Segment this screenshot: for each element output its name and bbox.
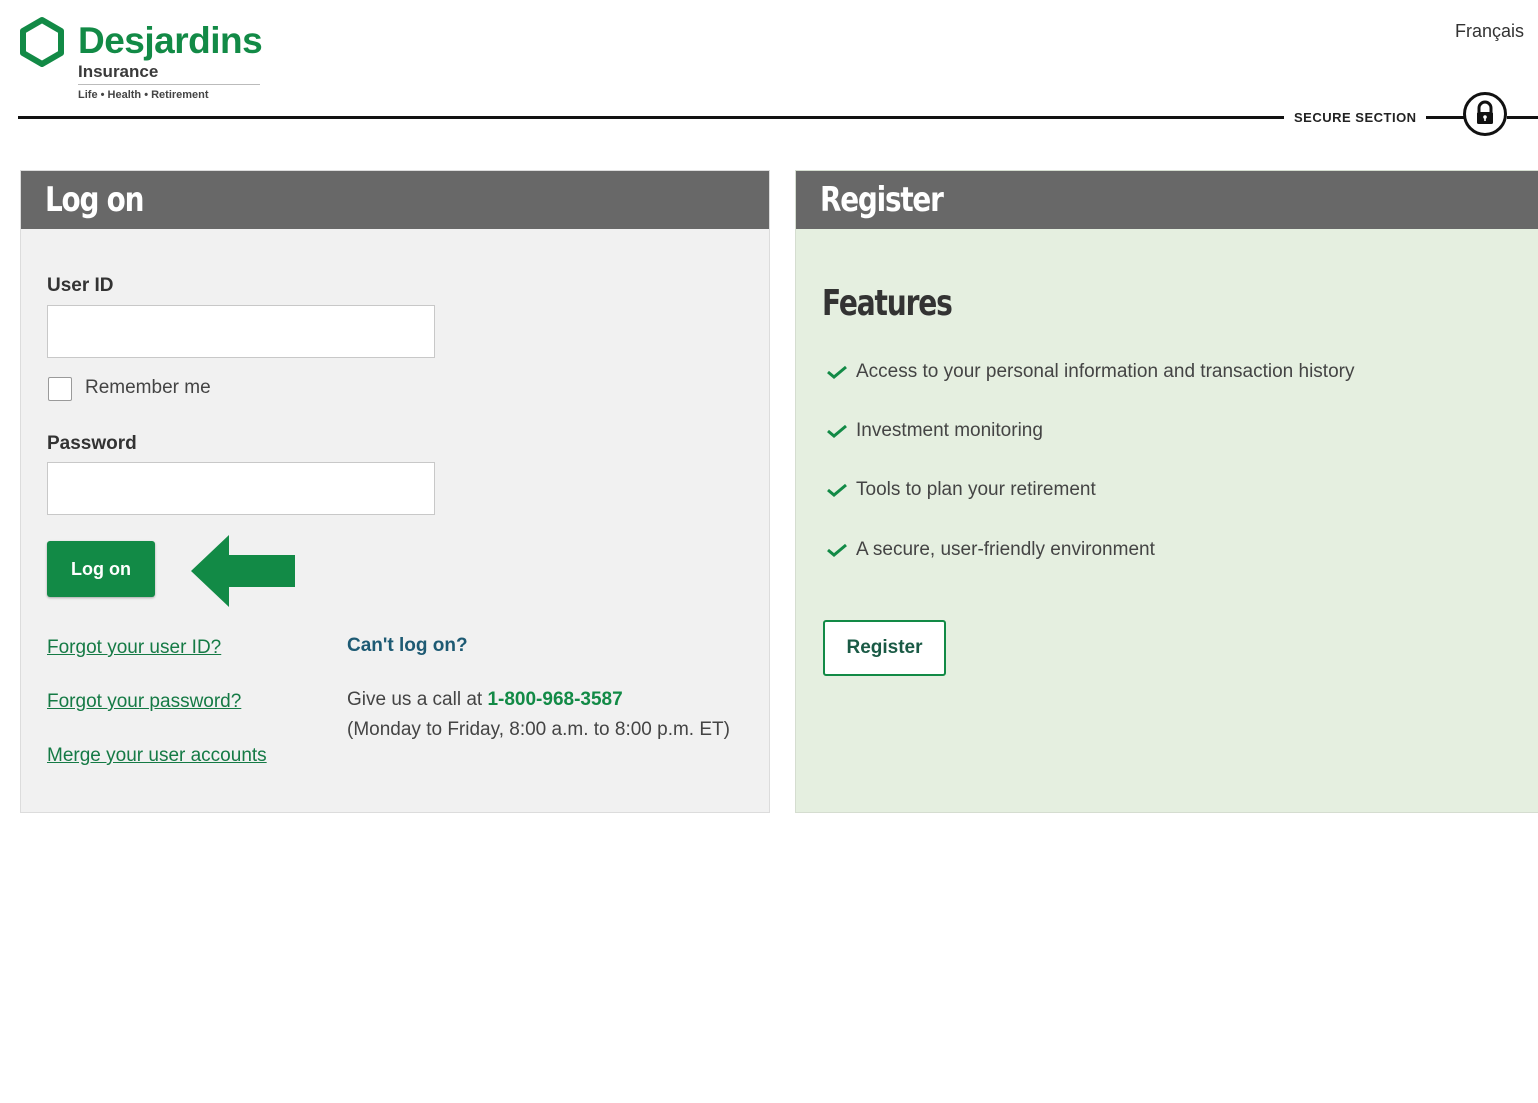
checkmark-icon xyxy=(827,483,847,497)
features-title: Features xyxy=(822,283,953,324)
forgot-password-link[interactable]: Forgot your password? xyxy=(47,691,241,713)
feature-text: Tools to plan your retirement xyxy=(856,479,1096,500)
brand-tagline: Life • Health • Retirement xyxy=(78,89,209,101)
feature-item: Investment monitoring xyxy=(826,420,1043,442)
brand-divider xyxy=(78,84,260,85)
feature-text: A secure, user-friendly environment xyxy=(856,539,1155,560)
logon-title: Log on xyxy=(45,180,144,220)
brand-sub: Insurance xyxy=(78,62,159,81)
secure-divider-left xyxy=(18,116,1284,119)
register-panel: Register Features Access to your persona… xyxy=(795,170,1538,813)
feature-text: Investment monitoring xyxy=(856,420,1043,441)
checkmark-icon xyxy=(827,543,847,557)
language-link[interactable]: Français xyxy=(1455,20,1524,42)
checkmark-icon xyxy=(827,365,847,379)
register-button[interactable]: Register xyxy=(823,620,946,676)
secure-divider-mid xyxy=(1426,116,1464,119)
feature-item: A secure, user-friendly environment xyxy=(826,539,1155,561)
user-id-label: User ID xyxy=(47,275,114,296)
brand-name: Desjardins xyxy=(78,20,263,61)
secure-divider-right xyxy=(1507,116,1538,119)
help-phone-number[interactable]: 1-800-968-3587 xyxy=(487,689,622,710)
logon-panel: Log on User ID Remember me Password Log … xyxy=(20,170,770,813)
password-input[interactable] xyxy=(47,462,435,515)
feature-text: Access to your personal information and … xyxy=(856,361,1355,382)
merge-accounts-link[interactable]: Merge your user accounts xyxy=(47,745,267,767)
lock-icon xyxy=(1463,92,1507,136)
register-title: Register xyxy=(820,180,944,220)
remember-me-label: Remember me xyxy=(85,377,211,398)
forgot-user-id-link[interactable]: Forgot your user ID? xyxy=(47,637,221,659)
secure-section-label: SECURE SECTION xyxy=(1294,110,1417,125)
help-text: Give us a call at 1-800-968-3587 (Monday… xyxy=(347,685,747,745)
help-hours: (Monday to Friday, 8:00 a.m. to 8:00 p.m… xyxy=(347,719,730,740)
arrow-left-icon xyxy=(191,535,295,607)
logon-panel-header: Log on xyxy=(21,171,769,229)
user-id-input[interactable] xyxy=(47,305,435,358)
help-call-prefix: Give us a call at xyxy=(347,689,488,710)
desjardins-hexagon-logo-icon xyxy=(20,17,64,67)
logon-button[interactable]: Log on xyxy=(47,541,155,597)
password-label: Password xyxy=(47,433,137,454)
checkmark-icon xyxy=(827,424,847,438)
register-panel-header: Register xyxy=(796,171,1538,229)
feature-item: Access to your personal information and … xyxy=(826,361,1354,383)
cant-logon-title: Can't log on? xyxy=(347,635,468,656)
remember-me-checkbox[interactable] xyxy=(48,377,72,401)
feature-item: Tools to plan your retirement xyxy=(826,479,1096,501)
